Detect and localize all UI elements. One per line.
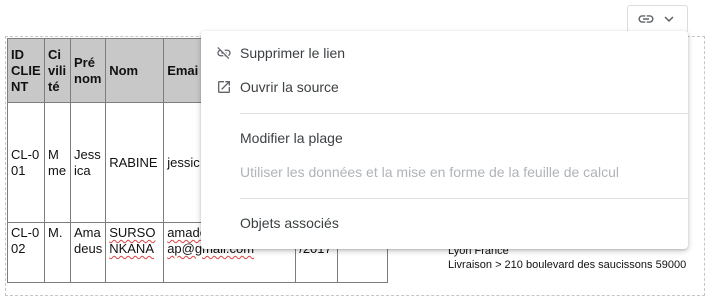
link-options-chip[interactable] — [627, 5, 688, 33]
open-in-new-icon — [216, 79, 232, 95]
menu-item-label: Supprimer le lien — [240, 45, 346, 61]
table-cell: Jess ica — [69, 102, 107, 223]
link-options-menu: Supprimer le lien Ouvrir la source Modif… — [201, 31, 688, 249]
table-cell: CL-0 01 — [7, 102, 45, 223]
link-off-icon — [216, 45, 232, 61]
menu-item-label: Ouvrir la source — [240, 79, 339, 95]
header-cell: ID CLIE NT — [7, 38, 45, 103]
menu-item-use-sheet-formatting: Utiliser les données et la mise en forme… — [201, 155, 688, 189]
menu-divider — [240, 198, 688, 199]
menu-item-open-source[interactable]: Ouvrir la source — [201, 70, 688, 104]
menu-item-related-objects[interactable]: Objets associés — [201, 206, 688, 240]
table-cell: RABINE — [105, 102, 165, 223]
chevron-down-icon[interactable] — [660, 10, 678, 28]
table-cell: M. — [44, 222, 71, 283]
table-cell: SURSO NKANA — [105, 222, 165, 283]
menu-item-modify-range[interactable]: Modifier la plage — [201, 121, 688, 155]
table-cell: M me — [44, 102, 71, 223]
header-cell: Pré nom — [69, 38, 107, 103]
menu-item-label: Modifier la plage — [240, 130, 343, 146]
table-cell: Ama deus — [69, 222, 107, 283]
menu-item-label: Objets associés — [240, 215, 339, 231]
link-icon[interactable] — [637, 10, 655, 28]
table-cell: CL-0 02 — [7, 222, 45, 283]
header-cell: Nom — [105, 38, 165, 103]
address-line: Livraison > 210 boulevard des saucissons… — [448, 259, 687, 271]
header-cell: Ci vili té — [44, 38, 71, 103]
menu-item-label: Utiliser les données et la mise en forme… — [240, 164, 619, 180]
menu-divider — [240, 113, 688, 114]
menu-item-remove-link[interactable]: Supprimer le lien — [201, 36, 688, 70]
